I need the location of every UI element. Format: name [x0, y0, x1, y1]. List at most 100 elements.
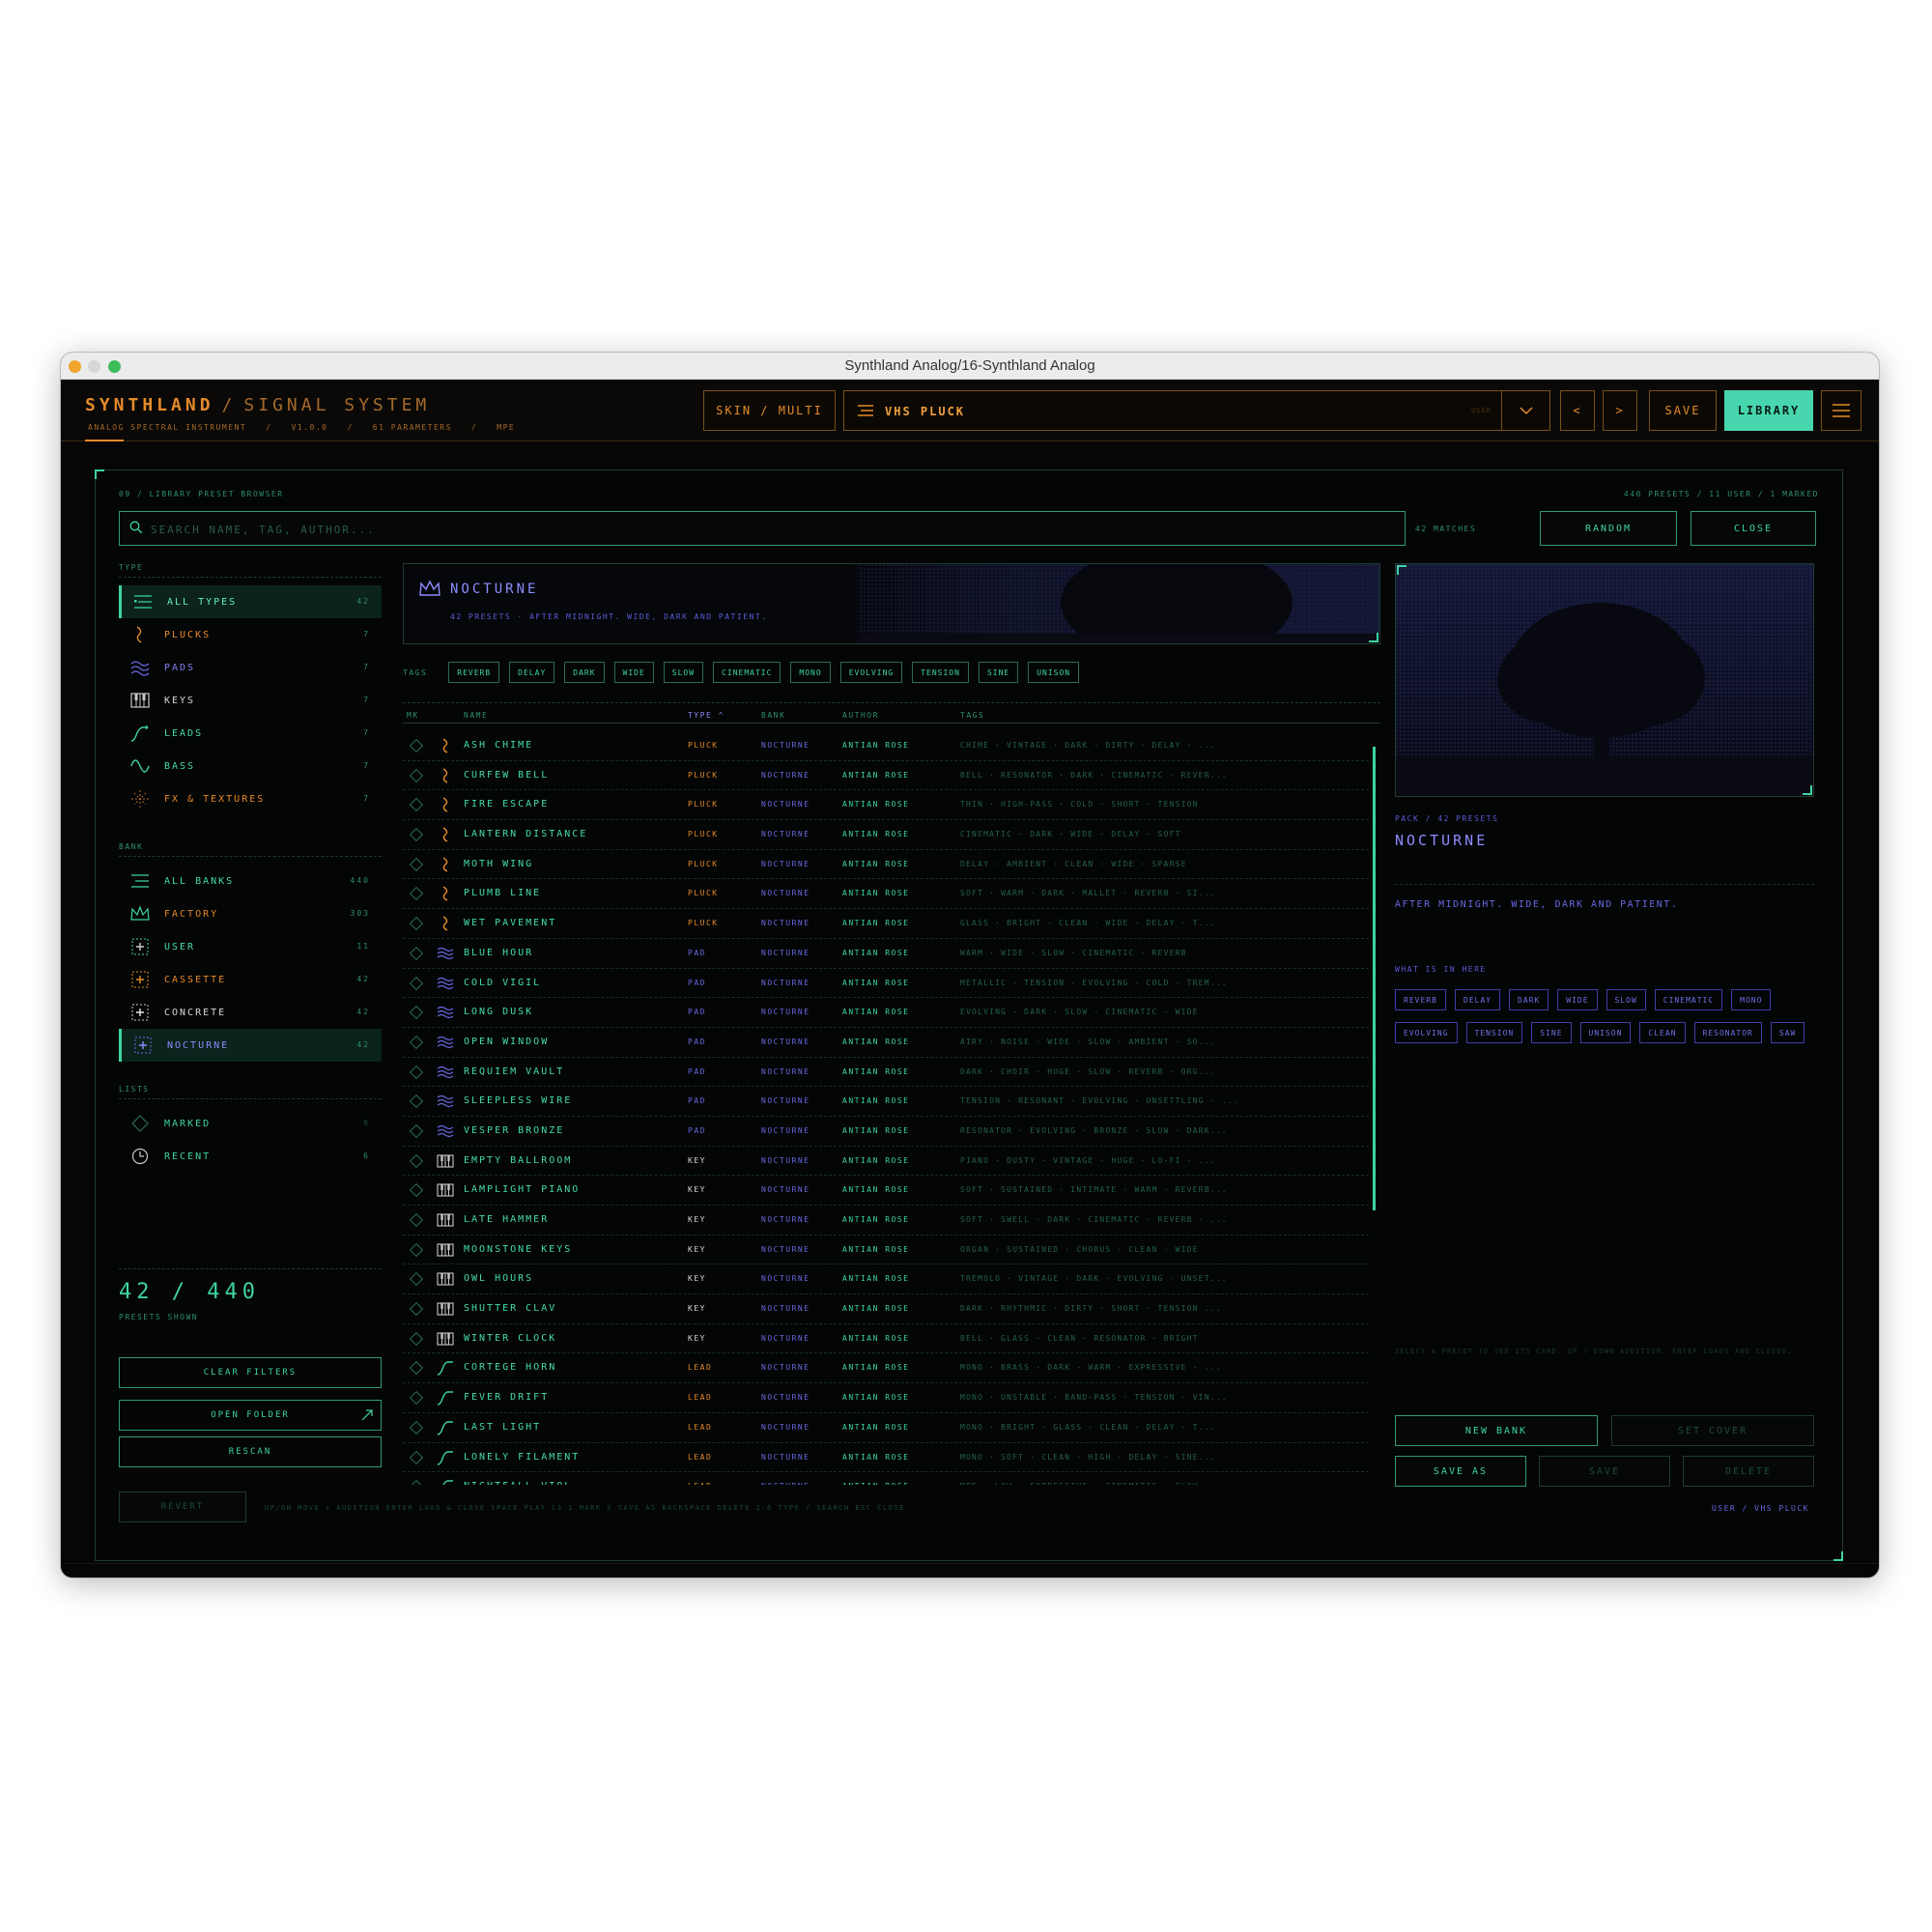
- table-row[interactable]: FEVER DRIFT LEAD NOCTURNE ANTIAN ROSE MONO ·…: [403, 1383, 1369, 1413]
- bank-filter-concrete[interactable]: CONCRETE 42: [119, 996, 382, 1029]
- mark-toggle[interactable]: [409, 976, 424, 990]
- table-row[interactable]: LONELY FILAMENT LEAD NOCTURNE ANTIAN ROSE MO…: [403, 1443, 1369, 1473]
- detail-tag-chip[interactable]: REVERB: [1395, 989, 1446, 1010]
- table-row[interactable]: LAST LIGHT LEAD NOCTURNE ANTIAN ROSE MONO · …: [403, 1413, 1369, 1443]
- tag-chip[interactable]: DELAY: [509, 662, 555, 683]
- mark-toggle[interactable]: [409, 1450, 424, 1464]
- skin-button[interactable]: SKIN / MULTI: [703, 390, 836, 431]
- clear-filters-button[interactable]: CLEAR FILTERS: [119, 1357, 382, 1388]
- table-row[interactable]: NIGHTFALL VIOL LEAD NOCTURNE ANTIAN ROSE MPE…: [403, 1472, 1369, 1485]
- table-row[interactable]: SHUTTER CLAV KEY NOCTURNE ANTIAN ROSE DARK ·…: [403, 1294, 1369, 1324]
- save-button[interactable]: SAVE: [1649, 390, 1717, 431]
- bank-filter-factory[interactable]: FACTORY 303: [119, 897, 382, 930]
- prev-preset-button[interactable]: <: [1560, 390, 1595, 431]
- open-folder-button[interactable]: OPEN FOLDER: [119, 1400, 382, 1431]
- mark-toggle[interactable]: [409, 887, 424, 901]
- detail-tag-chip[interactable]: RESONATOR: [1693, 1022, 1762, 1043]
- table-row[interactable]: PLUMB LINE PLUCK NOCTURNE ANTIAN ROSE SOFT ·…: [403, 879, 1369, 910]
- type-filter-pads[interactable]: PADS 7: [119, 651, 382, 684]
- set-cover-button[interactable]: SET COVER: [1611, 1415, 1814, 1446]
- detail-tag-chip[interactable]: DELAY: [1454, 989, 1500, 1010]
- mark-toggle[interactable]: [409, 1153, 424, 1168]
- preset-selector[interactable]: VHS PLUCK USER: [843, 390, 1550, 431]
- column-tags[interactable]: TAGS: [960, 711, 984, 720]
- mark-toggle[interactable]: [409, 1331, 424, 1346]
- mark-toggle[interactable]: [409, 1391, 424, 1406]
- mark-toggle[interactable]: [409, 1006, 424, 1020]
- mark-toggle[interactable]: [409, 1035, 424, 1049]
- tag-chip[interactable]: WIDE: [613, 662, 654, 683]
- detail-tag-chip[interactable]: TENSION: [1465, 1022, 1523, 1043]
- mark-toggle[interactable]: [409, 1065, 424, 1079]
- detail-tag-chip[interactable]: EVOLVING: [1395, 1022, 1458, 1043]
- detail-tag-chip[interactable]: WIDE: [1557, 989, 1598, 1010]
- tag-chip[interactable]: REVERB: [448, 662, 500, 683]
- bank-filter-all[interactable]: ALL BANKS 440: [119, 865, 382, 897]
- table-row[interactable]: BLUE HOUR PAD NOCTURNE ANTIAN ROSE WARM · WI…: [403, 939, 1369, 969]
- mark-toggle[interactable]: [409, 827, 424, 842]
- column-name[interactable]: NAME: [464, 711, 488, 720]
- bank-filter-user[interactable]: USER 11: [119, 930, 382, 963]
- new-bank-button[interactable]: NEW BANK: [1395, 1415, 1598, 1446]
- type-filter-bass[interactable]: BASS 7: [119, 750, 382, 782]
- search-input[interactable]: [151, 520, 1310, 539]
- delete-preset-button[interactable]: DELETE: [1683, 1456, 1814, 1487]
- detail-tag-chip[interactable]: DARK: [1509, 989, 1549, 1010]
- mark-toggle[interactable]: [409, 1094, 424, 1109]
- type-filter-all[interactable]: ALL TYPES 42: [119, 585, 382, 618]
- type-filter-leads[interactable]: LEADS 7: [119, 717, 382, 750]
- table-row[interactable]: LONG DUSK PAD NOCTURNE ANTIAN ROSE EVOLVING …: [403, 998, 1369, 1028]
- tag-chip[interactable]: DARK: [564, 662, 605, 683]
- mark-toggle[interactable]: [409, 738, 424, 753]
- column-bank[interactable]: BANK: [761, 711, 785, 720]
- table-row[interactable]: MOTH WING PLUCK NOCTURNE ANTIAN ROSE DELAY ·…: [403, 850, 1369, 880]
- mark-toggle[interactable]: [409, 857, 424, 871]
- close-library-button[interactable]: CLOSE: [1690, 511, 1816, 546]
- table-row[interactable]: WINTER CLOCK KEY NOCTURNE ANTIAN ROSE BELL ·…: [403, 1324, 1369, 1354]
- column-mark[interactable]: MK: [407, 711, 419, 720]
- mark-toggle[interactable]: [409, 1301, 424, 1317]
- table-scrollbar[interactable]: [1373, 747, 1376, 1210]
- mark-toggle[interactable]: [409, 1183, 424, 1198]
- table-row[interactable]: ASH CHIME PLUCK NOCTURNE ANTIAN ROSE CHIME ·…: [403, 731, 1369, 761]
- tag-chip[interactable]: EVOLVING: [839, 662, 903, 683]
- mark-toggle[interactable]: [409, 798, 424, 812]
- preset-dropdown-button[interactable]: [1501, 391, 1549, 430]
- table-row[interactable]: REQUIEM VAULT PAD NOCTURNE ANTIAN ROSE DARK …: [403, 1058, 1369, 1088]
- tag-chip[interactable]: CINEMATIC: [713, 662, 781, 683]
- tag-chip[interactable]: SLOW: [663, 662, 704, 683]
- library-button[interactable]: LIBRARY: [1724, 390, 1813, 431]
- mark-toggle[interactable]: [409, 1272, 424, 1287]
- tag-chip[interactable]: TENSION: [912, 662, 969, 683]
- table-row[interactable]: LATE HAMMER KEY NOCTURNE ANTIAN ROSE SOFT · …: [403, 1206, 1369, 1236]
- detail-tag-chip[interactable]: SLOW: [1605, 989, 1646, 1010]
- table-row[interactable]: OWL HOURS KEY NOCTURNE ANTIAN ROSE TREMOLO ·…: [403, 1264, 1369, 1295]
- detail-tag-chip[interactable]: MONO: [1731, 989, 1772, 1010]
- mark-toggle[interactable]: [409, 1361, 424, 1376]
- detail-tag-chip[interactable]: CLEAN: [1639, 1022, 1686, 1043]
- mark-toggle[interactable]: [409, 1480, 424, 1485]
- table-row[interactable]: FIRE ESCAPE PLUCK NOCTURNE ANTIAN ROSE THIN …: [403, 790, 1369, 821]
- mark-toggle[interactable]: [409, 1420, 424, 1435]
- next-preset-button[interactable]: >: [1603, 390, 1637, 431]
- table-row[interactable]: EMPTY BALLROOM KEY NOCTURNE ANTIAN ROSE PIAN…: [403, 1147, 1369, 1177]
- bank-filter-nocturne[interactable]: NOCTURNE 42: [119, 1029, 382, 1062]
- detail-tag-chip[interactable]: SINE: [1531, 1022, 1572, 1043]
- table-row[interactable]: SLEEPLESS WIRE PAD NOCTURNE ANTIAN ROSE TENS…: [403, 1087, 1369, 1117]
- rescan-button[interactable]: RESCAN: [119, 1436, 382, 1467]
- revert-button[interactable]: REVERT: [119, 1492, 246, 1522]
- mark-toggle[interactable]: [409, 1123, 424, 1139]
- table-row[interactable]: LAMPLIGHT PIANO KEY NOCTURNE ANTIAN ROSE SOF…: [403, 1176, 1369, 1206]
- table-row[interactable]: CORTEGE HORN LEAD NOCTURNE ANTIAN ROSE MONO …: [403, 1353, 1369, 1384]
- list-filter-marked[interactable]: MARKED 0: [119, 1107, 382, 1140]
- save-as-button[interactable]: SAVE AS: [1395, 1456, 1526, 1487]
- table-row[interactable]: VESPER BRONZE PAD NOCTURNE ANTIAN ROSE RESON…: [403, 1117, 1369, 1147]
- type-filter-plucks[interactable]: PLUCKS 7: [119, 618, 382, 651]
- mark-toggle[interactable]: [409, 1212, 424, 1228]
- mark-toggle[interactable]: [409, 768, 424, 782]
- table-row[interactable]: COLD VIGIL PAD NOCTURNE ANTIAN ROSE METALLIC…: [403, 969, 1369, 999]
- column-type[interactable]: TYPE ^: [688, 711, 724, 720]
- list-filter-recent[interactable]: RECENT 6: [119, 1140, 382, 1173]
- detail-tag-chip[interactable]: CINEMATIC: [1654, 989, 1723, 1010]
- table-row[interactable]: MOONSTONE KEYS KEY NOCTURNE ANTIAN ROSE ORGA…: [403, 1236, 1369, 1265]
